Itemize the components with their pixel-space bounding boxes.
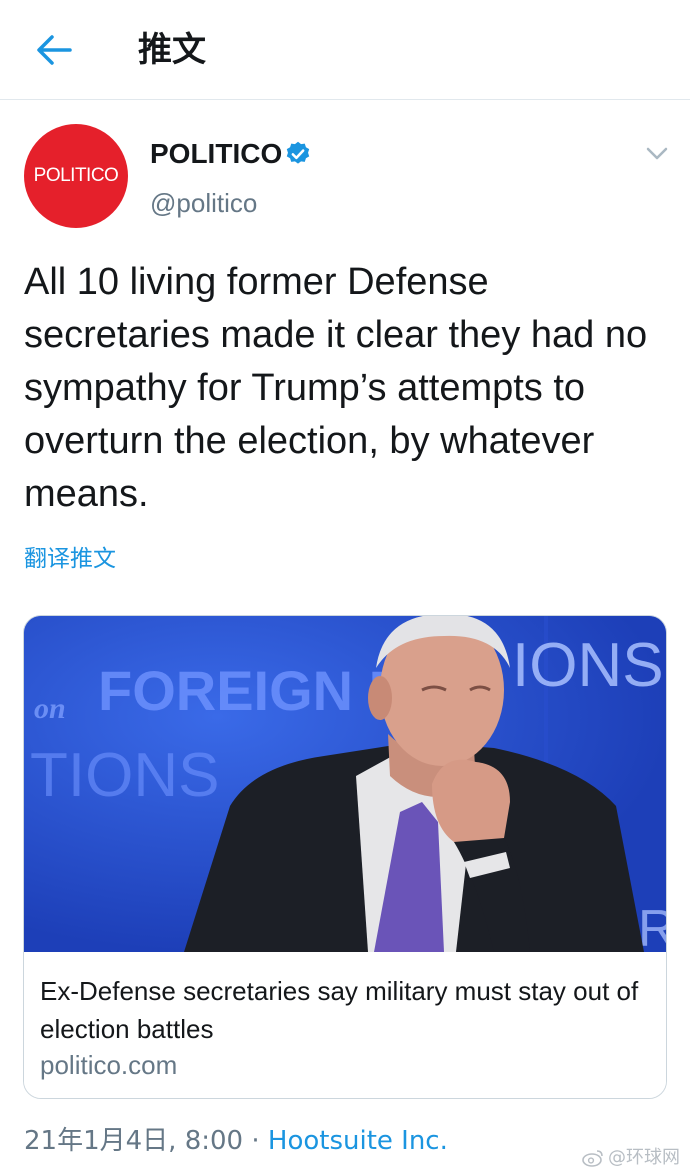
backdrop-text-line1-right: IONS bbox=[512, 631, 664, 700]
backdrop-text-line2: TIONS bbox=[30, 741, 219, 810]
translate-tweet-link[interactable]: 翻译推文 bbox=[24, 544, 116, 574]
page-title: 推文 bbox=[138, 30, 206, 70]
meta-separator: · bbox=[243, 1126, 268, 1156]
card-image: on FOREIGN R IONS TIONS R bbox=[24, 616, 666, 952]
link-card[interactable]: on FOREIGN R IONS TIONS R bbox=[23, 615, 667, 1099]
card-title: Ex-Defense secretaries say military must… bbox=[40, 976, 639, 1044]
arrow-left-icon bbox=[37, 35, 72, 65]
backdrop-text-line1: FOREIGN R bbox=[98, 659, 409, 722]
avatar-logo-text: POLITICO bbox=[33, 165, 119, 186]
tweet-meta: 21年1月4日, 8:00 · Hootsuite Inc. bbox=[24, 1124, 448, 1158]
tweet-text: All 10 living former Defense secretaries… bbox=[24, 261, 648, 515]
chevron-down-icon bbox=[646, 147, 668, 160]
watermark-text: @环球网 bbox=[608, 1147, 680, 1168]
back-button[interactable] bbox=[30, 28, 78, 72]
card-photo: on FOREIGN R IONS TIONS R bbox=[24, 616, 666, 952]
author-name[interactable]: POLITICO bbox=[150, 136, 282, 172]
tweet-timestamp: 21年1月4日, 8:00 bbox=[24, 1126, 244, 1156]
top-bar: 推文 bbox=[0, 0, 690, 100]
backdrop-text-prefix: on bbox=[34, 692, 66, 725]
tweet-menu-button[interactable] bbox=[640, 140, 674, 168]
watermark: @环球网 bbox=[582, 1146, 680, 1170]
card-domain: politico.com bbox=[40, 1050, 178, 1080]
tweet-source-link[interactable]: Hootsuite Inc. bbox=[268, 1126, 448, 1156]
avatar[interactable]: POLITICO bbox=[24, 124, 128, 228]
card-body: Ex-Defense secretaries say military must… bbox=[24, 952, 666, 1098]
author-handle[interactable]: @politico bbox=[150, 186, 257, 220]
weibo-icon bbox=[582, 1150, 603, 1167]
verified-badge-icon bbox=[286, 141, 310, 164]
